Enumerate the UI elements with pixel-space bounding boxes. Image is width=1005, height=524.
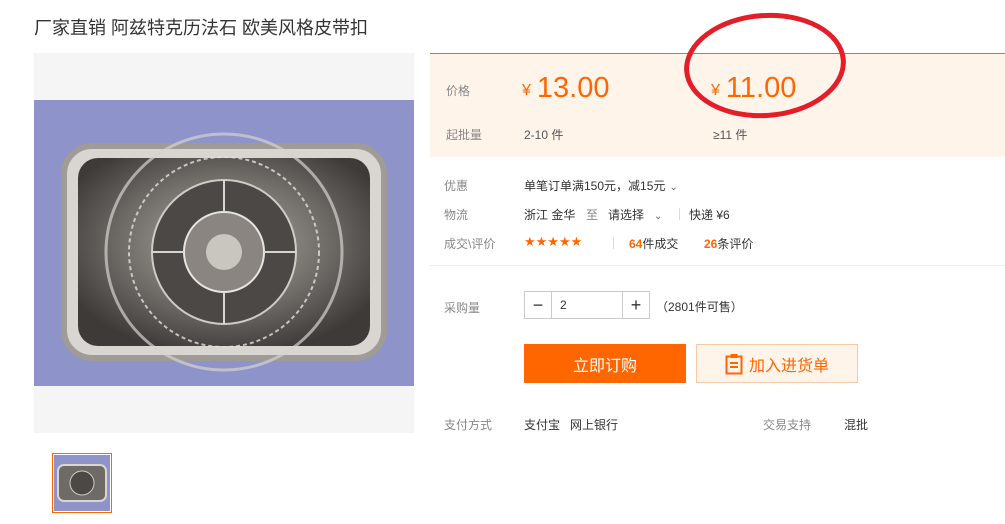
product-title: 厂家直销 阿兹特克历法石 欧美风格皮带扣 (34, 18, 369, 38)
add-to-cart-label: 加入进货单 (748, 357, 829, 375)
available-stock: （2801件可售） (656, 300, 743, 314)
qty-range-tier-1: 2-10 件 (524, 128, 564, 142)
payment-label: 支付方式 (444, 418, 493, 432)
rating-stars: ★★★★★ (524, 234, 583, 249)
discount-dropdown[interactable]: 单笔订单满150元，减15元 ⌄ (524, 177, 678, 194)
image-gallery (34, 53, 414, 433)
origin-location: 浙江 金华 (524, 208, 576, 222)
chevron-down-icon: ⌄ (669, 182, 678, 193)
shipping-fee: 快递 ¥6 (689, 208, 730, 222)
price-value: 13.00 (536, 72, 610, 104)
clipboard-icon (725, 353, 743, 375)
sales-count[interactable]: 64件成交 (629, 235, 678, 252)
sales-count-number: 64 (629, 237, 643, 251)
destination-select-value: 请选择 (608, 208, 645, 222)
divider (679, 208, 680, 220)
thumbnail-image[interactable] (52, 453, 112, 513)
payment-methods: 支付宝 网上银行 (524, 418, 619, 432)
currency-symbol: ¥ (522, 82, 531, 99)
to-word: 至 (586, 208, 599, 222)
decrease-button[interactable]: − (525, 292, 552, 318)
sales-review-label: 成交\评价 (444, 237, 496, 251)
add-to-cart-button[interactable]: 加入进货单 (696, 344, 858, 383)
review-count-number: 26 (704, 237, 718, 251)
trade-support-label: 交易支持 (763, 418, 812, 432)
price-value: 11.00 (725, 72, 797, 104)
chevron-down-icon: ⌄ (654, 211, 663, 222)
review-count[interactable]: 26条评价 (704, 235, 753, 252)
increase-button[interactable]: + (622, 292, 649, 318)
logistics-label: 物流 (444, 208, 469, 222)
section-divider (430, 265, 1005, 266)
main-product-image[interactable] (34, 100, 414, 386)
currency-symbol: ¥ (711, 82, 720, 99)
quantity-stepper: − + (524, 291, 650, 319)
price-tier-1: ¥13.00 (522, 72, 609, 105)
sales-count-suffix: 件成交 (642, 237, 679, 251)
discount-label: 优惠 (444, 179, 469, 193)
order-now-button[interactable]: 立即订购 (524, 344, 686, 383)
qty-label: 采购量 (444, 301, 481, 315)
discount-text: 单笔订单满150元，减15元 (524, 179, 666, 193)
qty-range-tier-2: ≥11 件 (713, 128, 748, 142)
destination-select[interactable]: 请选择 ⌄ (608, 206, 662, 223)
review-count-suffix: 条评价 (717, 237, 754, 251)
price-tier-2: ¥11.00 (711, 72, 796, 105)
trade-support-value: 混批 (844, 418, 869, 432)
price-label: 价格 (446, 84, 471, 98)
divider (613, 237, 614, 249)
quantity-input[interactable] (552, 292, 622, 318)
min-qty-label: 起批量 (446, 128, 483, 142)
